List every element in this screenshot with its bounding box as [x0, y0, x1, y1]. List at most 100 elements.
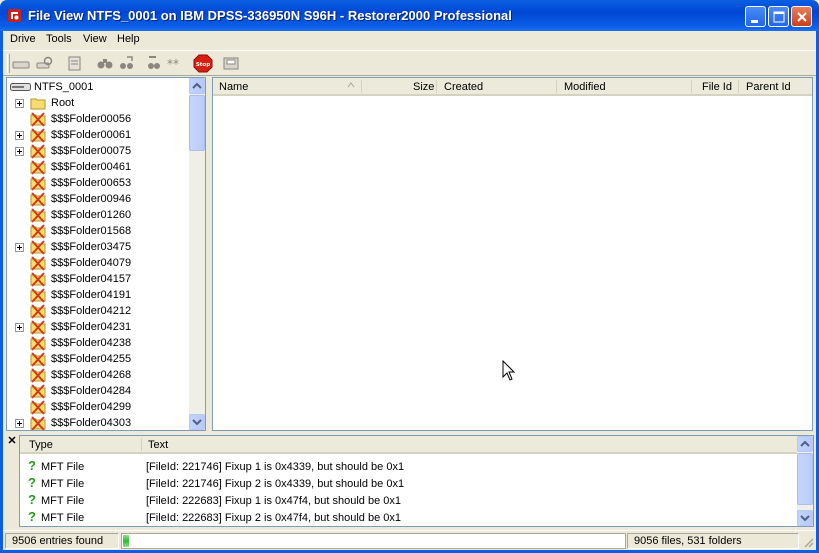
scroll-up-button[interactable]	[189, 78, 205, 94]
expand-icon[interactable]	[15, 99, 24, 108]
tree-item[interactable]: $$$Folder00056	[7, 111, 191, 127]
tree-item[interactable]: $$$Folder04231	[7, 319, 191, 335]
question-icon: ?	[28, 509, 36, 524]
expand-icon[interactable]	[15, 131, 24, 140]
save-icon[interactable]	[221, 54, 241, 73]
tree-item[interactable]: $$$Folder01260	[7, 207, 191, 223]
tree-item[interactable]: $$$Folder04268	[7, 367, 191, 383]
log-row[interactable]: ? MFT File [FileId: 221746] Fixup 1 is 0x4…	[20, 458, 798, 475]
expand-icon[interactable]	[15, 243, 24, 252]
status-bar: 9506 entries found 9056 files, 531 folde…	[3, 530, 816, 550]
lost-folder-icon	[30, 304, 46, 319]
mark-all-icon[interactable]: **	[165, 54, 185, 73]
lost-folder-icon	[30, 416, 46, 430]
tree-item[interactable]: $$$Folder04212	[7, 303, 191, 319]
tree-item[interactable]: $$$Folder04157	[7, 271, 191, 287]
tree-item[interactable]: $$$Folder00653	[7, 175, 191, 191]
lost-folder-icon	[30, 192, 46, 207]
tree-item-label: $$$Folder00061	[51, 129, 132, 141]
tree-item[interactable]: $$$Folder04284	[7, 383, 191, 399]
tree-item[interactable]: $$$Folder04255	[7, 351, 191, 367]
lost-folder-icon	[30, 256, 46, 271]
column-file-id[interactable]: File Id	[702, 81, 732, 93]
log-row[interactable]: ? MFT File [FileId: 221746] Fixup 2 is 0x4…	[20, 475, 798, 492]
lost-folder-icon	[30, 384, 46, 399]
resize-grip-icon[interactable]	[802, 536, 814, 548]
folder-tree[interactable]: NTFS_0001 Root $$$Folder00056 $$$Folder000…	[6, 77, 206, 431]
tree-item-label: $$$Folder03475	[51, 241, 132, 253]
tree-item-label: Root	[51, 97, 75, 109]
tree-root-label: NTFS_0001	[34, 81, 94, 93]
tree-item[interactable]: $$$Folder00061	[7, 127, 191, 143]
tree-item[interactable]: $$$Folder00946	[7, 191, 191, 207]
log-scrollbar[interactable]	[797, 436, 813, 526]
tree-item[interactable]: $$$Folder00075	[7, 143, 191, 159]
column-parent-id[interactable]: Parent Id	[746, 81, 791, 93]
log-type: MFT File	[41, 512, 85, 524]
expand-icon[interactable]	[15, 147, 24, 156]
column-modified[interactable]: Modified	[564, 81, 606, 93]
column-name[interactable]: Name	[219, 81, 248, 93]
log-row[interactable]: ? MFT File [FileId: 222683] Fixup 2 is 0x4…	[20, 509, 798, 526]
log-header: Type Text	[20, 436, 798, 454]
menu-drive[interactable]: Drive	[10, 33, 36, 45]
close-button[interactable]	[791, 6, 812, 27]
mouse-cursor-icon	[502, 360, 516, 381]
lost-folder-icon	[30, 240, 46, 255]
minimize-button[interactable]	[745, 6, 766, 27]
column-size[interactable]: Size	[413, 81, 434, 93]
chevron-down-icon	[800, 515, 810, 522]
tree-scrollbar[interactable]	[189, 78, 205, 430]
drive-icon	[10, 83, 31, 91]
log-scroll-down-button[interactable]	[797, 510, 813, 526]
drive-icon[interactable]	[11, 54, 31, 73]
log-column-type[interactable]: Type	[29, 439, 53, 451]
menu-help[interactable]: Help	[117, 33, 140, 45]
toolbar-grip[interactable]	[7, 54, 10, 73]
question-icon: ?	[28, 492, 36, 507]
find-icon[interactable]	[95, 54, 115, 73]
svg-text:**: **	[167, 57, 179, 71]
log-text: [FileId: 222683] Fixup 1 is 0x47f4, but …	[146, 495, 401, 507]
tree-item-label: $$$Folder04191	[51, 289, 132, 301]
status-entries-text: 9506 entries found	[12, 535, 104, 547]
tree-item-label: $$$Folder00461	[51, 161, 132, 173]
mark-icon[interactable]	[144, 54, 164, 73]
log-list[interactable]: Type Text ? MFT File [FileId: 221746] Fixu…	[19, 435, 814, 527]
tree-item[interactable]: $$$Folder00461	[7, 159, 191, 175]
tree-item[interactable]: $$$Folder04299	[7, 399, 191, 415]
log-scroll-up-button[interactable]	[797, 436, 813, 452]
scroll-down-button[interactable]	[189, 414, 205, 430]
expand-icon[interactable]	[15, 419, 24, 428]
expand-icon[interactable]	[15, 323, 24, 332]
menu-view[interactable]: View	[83, 33, 107, 45]
menu-bar: Drive Tools View Help	[3, 31, 816, 50]
drive-search-icon[interactable]	[35, 54, 55, 73]
tree-item[interactable]: $$$Folder03475	[7, 239, 191, 255]
maximize-icon	[773, 11, 785, 23]
progress-bar	[121, 533, 626, 549]
stop-label: Stop	[196, 62, 210, 68]
log-row[interactable]: ? MFT File [FileId: 222683] Fixup 1 is 0x4…	[20, 492, 798, 509]
log-column-text[interactable]: Text	[148, 439, 168, 451]
open-file-icon[interactable]	[65, 54, 85, 73]
tree-item[interactable]: $$$Folder04303	[7, 415, 191, 430]
menu-tools[interactable]: Tools	[46, 33, 72, 45]
maximize-button[interactable]	[768, 6, 789, 27]
scroll-thumb[interactable]	[189, 95, 205, 151]
log-close-icon[interactable]	[7, 435, 17, 445]
log-scroll-thumb[interactable]	[797, 453, 813, 505]
lost-folder-icon	[30, 400, 46, 415]
tree-item[interactable]: $$$Folder04079	[7, 255, 191, 271]
column-created[interactable]: Created	[444, 81, 483, 93]
lost-folder-icon	[30, 224, 46, 239]
tree-item[interactable]: $$$Folder04191	[7, 287, 191, 303]
tree-item[interactable]: $$$Folder04238	[7, 335, 191, 351]
file-list[interactable]: Name Size Created Modified File Id Paren…	[212, 77, 813, 431]
stop-icon[interactable]: Stop	[193, 54, 213, 73]
find-next-icon[interactable]	[117, 54, 137, 73]
tree-root[interactable]: NTFS_0001	[7, 79, 191, 95]
tree-item[interactable]: $$$Folder01568	[7, 223, 191, 239]
tree-item[interactable]: Root	[7, 95, 191, 111]
title-bar[interactable]: File View NTFS_0001 on IBM DPSS-336950N …	[0, 0, 819, 31]
